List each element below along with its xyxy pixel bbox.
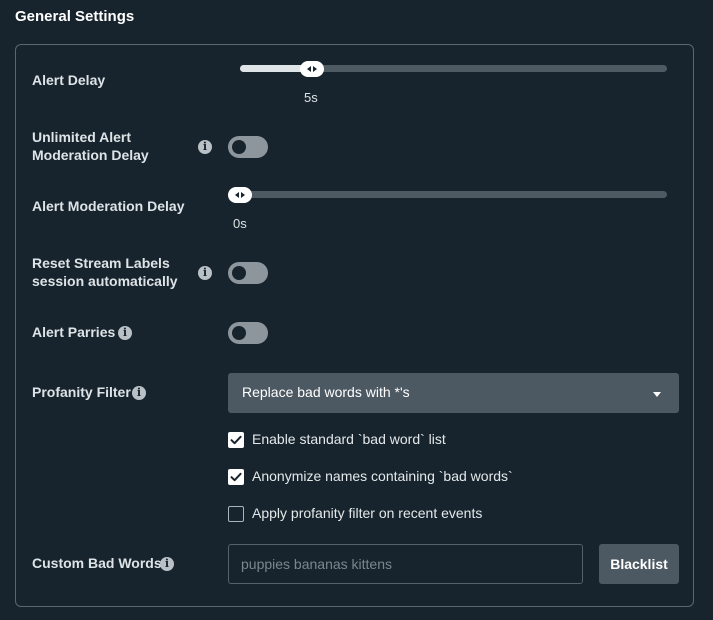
info-icon[interactable]: i [118,326,132,340]
info-icon[interactable]: i [160,557,174,571]
info-icon[interactable]: i [198,140,212,154]
moderation-delay-slider[interactable] [240,191,667,198]
alert-delay-label: Alert Delay [32,72,106,88]
info-icon[interactable]: i [132,386,146,400]
profanity-filter-select[interactable]: Replace bad words with *'s [228,373,679,413]
moderation-delay-label: Alert Moderation Delay [32,198,185,214]
moderation-delay-value: 0s [233,216,247,231]
profanity-filter-label: Profanity Filter [32,384,131,400]
standard-bad-word-list-label[interactable]: Enable standard `bad word` list [252,431,446,447]
toggle-knob [232,266,246,280]
arrow-right-icon [313,66,317,72]
anonymize-names-label[interactable]: Anonymize names containing `bad words` [252,468,513,484]
toggle-knob [232,140,246,154]
toggle-knob [232,326,246,340]
reset-labels-label-line2: session automatically [32,273,178,289]
alert-parries-toggle[interactable] [228,322,268,344]
reset-labels-label: Reset Stream Labels session automaticall… [32,254,178,290]
alert-delay-value: 5s [304,90,318,105]
reset-labels-label-line1: Reset Stream Labels [32,255,170,271]
custom-bad-words-label: Custom Bad Words [32,555,162,571]
section-title: General Settings [15,8,135,25]
custom-bad-words-input[interactable] [228,544,583,584]
recent-events-filter-label[interactable]: Apply profanity filter on recent events [252,505,482,521]
checkmark-icon [230,435,242,445]
arrow-left-icon [235,192,239,198]
anonymize-names-checkbox[interactable] [228,469,244,485]
caret-down-icon [653,392,661,397]
reset-labels-toggle[interactable] [228,262,268,284]
profanity-filter-selected-value: Replace bad words with *'s [242,384,410,400]
blacklist-button[interactable]: Blacklist [599,544,679,584]
arrow-left-icon [307,66,311,72]
unlimited-moderation-label-line2: Moderation Delay [32,147,149,163]
alert-parries-label: Alert Parries [32,324,116,340]
unlimited-moderation-toggle[interactable] [228,136,268,158]
moderation-delay-slider-handle[interactable] [228,187,252,203]
info-icon[interactable]: i [198,266,212,280]
standard-bad-word-list-checkbox[interactable] [228,432,244,448]
unlimited-moderation-label-line1: Unlimited Alert [32,129,132,145]
checkmark-icon [230,472,242,482]
arrow-right-icon [241,192,245,198]
recent-events-filter-checkbox[interactable] [228,506,244,522]
alert-delay-slider-handle[interactable] [300,61,324,77]
unlimited-moderation-label: Unlimited Alert Moderation Delay [32,128,149,164]
